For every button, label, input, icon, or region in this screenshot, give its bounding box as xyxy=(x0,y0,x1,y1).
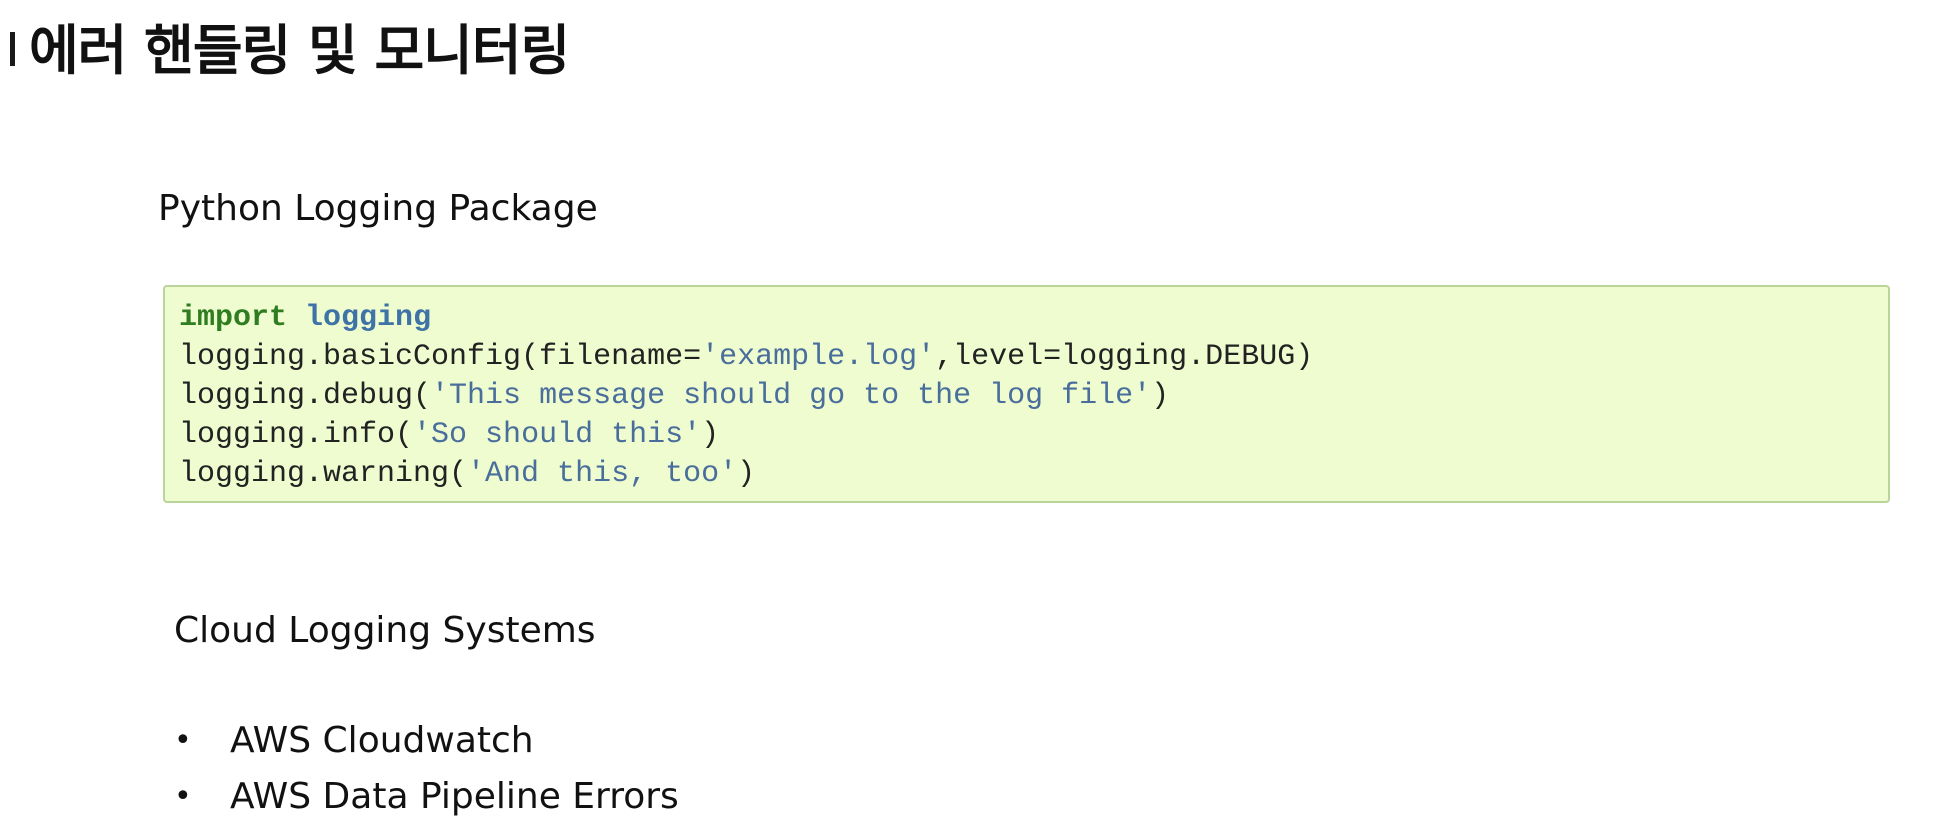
code-text: logging.warning( xyxy=(179,457,468,491)
title-accent-bar xyxy=(10,32,15,66)
code-string: 'So should this' xyxy=(413,418,702,452)
list-item: • AWS Data Pipeline Errors xyxy=(174,768,679,824)
bullet-icon: • xyxy=(174,722,192,758)
list-item: • AWS Cloudwatch xyxy=(174,712,679,768)
code-text: logging.debug( xyxy=(179,379,432,413)
page-title: 에러 핸들링 및 모니터링 xyxy=(29,18,570,82)
code-text: ,level=logging.DEBUG) xyxy=(935,340,1314,374)
python-logging-heading: Python Logging Package xyxy=(158,188,598,229)
code-text: ) xyxy=(1151,379,1170,413)
list-item-label: AWS Cloudwatch xyxy=(230,719,534,761)
code-line-3: logging.debug('This message should go to… xyxy=(179,377,1888,416)
code-keyword: import xyxy=(179,301,288,335)
list-item-label: AWS Data Pipeline Errors xyxy=(230,775,679,817)
code-string: 'This message should go to the log file' xyxy=(431,379,1152,413)
code-text: logging.basicConfig(filename= xyxy=(179,340,702,374)
code-text: ) xyxy=(701,418,720,452)
code-text: ) xyxy=(737,457,756,491)
code-line-4: logging.info('So should this') xyxy=(179,416,1888,455)
code-line-5: logging.warning('And this, too') xyxy=(179,455,1888,494)
code-block: import logging logging.basicConfig(filen… xyxy=(163,285,1890,503)
code-module: logging xyxy=(305,301,432,335)
code-text: logging.info( xyxy=(179,418,414,452)
code-string: 'example.log' xyxy=(701,340,936,374)
code-line-1: import logging xyxy=(179,299,1888,338)
code-string: 'And this, too' xyxy=(467,457,738,491)
cloud-logging-list: • AWS Cloudwatch • AWS Data Pipeline Err… xyxy=(174,712,679,824)
code-line-2: logging.basicConfig(filename='example.lo… xyxy=(179,338,1888,377)
cloud-logging-heading: Cloud Logging Systems xyxy=(174,610,596,651)
bullet-icon: • xyxy=(174,778,192,814)
title-row: 에러 핸들링 및 모니터링 xyxy=(10,10,570,82)
